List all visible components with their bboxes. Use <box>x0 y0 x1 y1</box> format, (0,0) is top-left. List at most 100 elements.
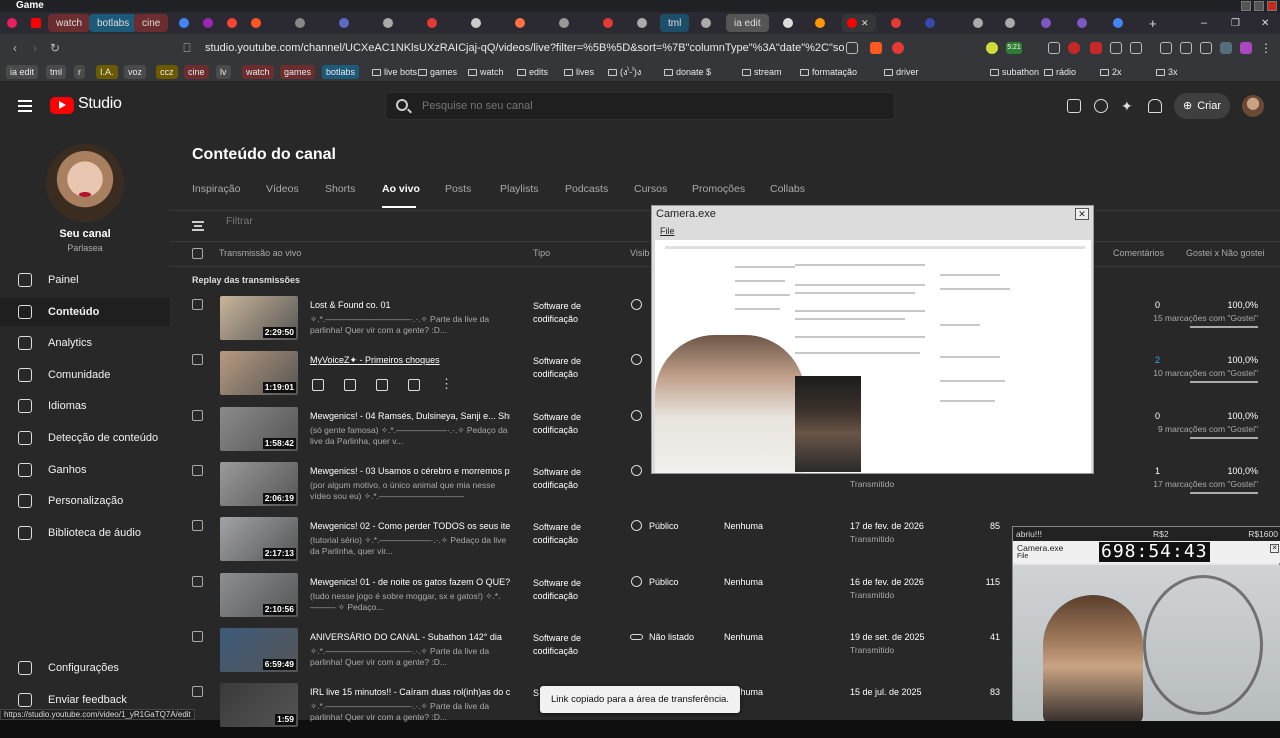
bookmark-item[interactable]: (ง'̀-'́)ง <box>608 65 641 79</box>
brave-icon[interactable] <box>870 42 882 54</box>
extension-icon[interactable] <box>1090 42 1102 54</box>
video-title[interactable]: Lost & Found co. 01 <box>310 300 510 310</box>
more-options-icon[interactable] <box>440 376 453 392</box>
video-thumbnail[interactable]: 1:58:42 <box>220 406 298 451</box>
url-field[interactable]: studio.youtube.com/channel/UCXeAC1NKlsUX… <box>205 39 845 57</box>
extension-icon[interactable] <box>1068 42 1080 54</box>
video-thumbnail[interactable]: 1:19:01 <box>220 351 298 396</box>
video-title[interactable]: IRL live 15 minutos!! - Caíram duas rol(… <box>310 687 510 697</box>
bookmark-icon[interactable]: ⎕ <box>180 41 194 55</box>
sidebar-toggle-icon[interactable] <box>1160 42 1172 54</box>
tab-favicon[interactable] <box>378 14 398 32</box>
tab-group-cine[interactable]: cine <box>134 14 169 32</box>
tab-6[interactable]: Podcasts <box>565 183 608 195</box>
bookmark-item[interactable]: 3x <box>1156 65 1178 79</box>
tab-group-botlabs[interactable]: botlabs <box>89 14 138 32</box>
webcam-overlay[interactable]: abriu!!! R$2 R$1600 Camera.exe File 698:… <box>1012 526 1280 721</box>
tab-0[interactable]: Inspiração <box>192 183 240 195</box>
close-window-button[interactable] <box>1267 1 1277 11</box>
bookmark-item[interactable]: cine <box>184 65 209 79</box>
minimize-icon[interactable]: – <box>1196 14 1212 32</box>
close-icon[interactable]: ✕ <box>1075 208 1089 220</box>
bookmark-item[interactable]: games <box>418 65 457 79</box>
bookmark-item[interactable]: 2x <box>1100 65 1122 79</box>
tab-favicon[interactable] <box>1072 14 1092 32</box>
row-checkbox[interactable] <box>192 686 203 698</box>
bookmark-item[interactable]: ia edit <box>6 65 39 79</box>
tab-favicon[interactable] <box>632 14 652 32</box>
tab-favicon[interactable] <box>198 14 218 32</box>
status-badge[interactable]: 5:21 <box>1006 42 1022 54</box>
tab-youtube[interactable] <box>26 14 46 32</box>
extension-icon[interactable] <box>986 42 998 54</box>
bookmark-item[interactable]: games <box>280 65 316 79</box>
row-checkbox[interactable] <box>192 299 203 310</box>
close-icon[interactable]: ✕ <box>1256 14 1274 32</box>
video-thumbnail[interactable]: 2:06:19 <box>220 461 298 506</box>
row-checkbox[interactable] <box>192 354 203 366</box>
tab-favicon[interactable] <box>290 14 310 32</box>
bookmark-item[interactable]: donate $ <box>664 65 711 79</box>
tab-favicon[interactable] <box>920 14 940 32</box>
extension-icon[interactable] <box>1200 42 1212 54</box>
tab-7[interactable]: Cursos <box>634 183 667 195</box>
video-title[interactable]: Mewgenics! 02 - Como perder TODOS os seu… <box>310 521 510 531</box>
bookmark-item[interactable]: lv <box>216 65 231 79</box>
visibility-label[interactable]: Não listado <box>649 632 694 642</box>
bookmark-item[interactable]: subathon <box>990 65 1039 79</box>
row-checkbox[interactable] <box>192 575 203 587</box>
tab-favicon[interactable] <box>466 14 486 32</box>
sidebar-item-detection[interactable]: Detecção de conteúdo <box>0 424 170 452</box>
menu-icon[interactable]: ⋮ <box>1260 42 1272 54</box>
bookmark-item[interactable]: rádio <box>1044 65 1076 79</box>
tab-3[interactable]: Ao vivo <box>382 183 420 195</box>
bookmark-item[interactable]: I.A. <box>96 65 118 79</box>
tab-favicon[interactable] <box>174 14 194 32</box>
bookmark-item[interactable]: botlabs <box>322 65 360 79</box>
column-header-likes[interactable]: Gostei x Não gostei <box>1186 248 1265 258</box>
forward-icon[interactable]: › <box>28 41 42 55</box>
tab-favicon[interactable] <box>968 14 988 32</box>
tab-favicon[interactable] <box>554 14 574 32</box>
filter-input[interactable]: Filtrar <box>226 215 253 227</box>
extension-icon[interactable] <box>1048 42 1060 54</box>
tab-2[interactable]: Shorts <box>325 183 355 195</box>
video-title[interactable]: Mewgenics! 01 - de noite os gatos fazem … <box>310 577 510 587</box>
row-checkbox[interactable] <box>192 520 203 532</box>
video-thumbnail[interactable]: 2:17:13 <box>220 517 298 562</box>
camera-window[interactable]: Camera.exe ✕ File <box>651 205 1094 474</box>
help-icon[interactable] <box>1094 99 1108 113</box>
minimize-button[interactable] <box>1241 1 1251 11</box>
back-icon[interactable]: ‹ <box>8 41 22 55</box>
tab-favicon[interactable] <box>422 14 442 32</box>
bookmark-item[interactable]: r <box>74 65 85 79</box>
bookmark-item[interactable]: watch <box>242 65 274 79</box>
extension-icon[interactable] <box>1130 42 1142 54</box>
comments-icon[interactable] <box>376 379 388 392</box>
video-thumbnail[interactable]: 2:29:50 <box>220 296 298 340</box>
account-avatar[interactable] <box>1242 95 1264 117</box>
tab-favicon[interactable] <box>810 14 830 32</box>
tab-favicon[interactable] <box>510 14 530 32</box>
tab-favicon[interactable] <box>246 14 266 32</box>
tab-group-watch[interactable]: watch <box>48 14 91 32</box>
row-checkbox[interactable] <box>192 630 203 642</box>
bookmark-item[interactable]: tml <box>46 65 66 79</box>
youtube-logo-icon[interactable] <box>50 97 74 114</box>
column-header-type[interactable]: Tipo <box>533 248 550 258</box>
video-title[interactable]: ANIVERSÁRIO DO CANAL - Subathon 142° dia <box>310 632 510 642</box>
tab-9[interactable]: Collabs <box>770 183 805 195</box>
tab-active[interactable]: ✕ <box>842 14 876 32</box>
tab-favicon[interactable] <box>696 14 716 32</box>
hamburger-menu-icon[interactable] <box>18 100 32 112</box>
sidebar-item-content[interactable]: Conteúdo <box>0 298 170 326</box>
tab-favicon[interactable] <box>1000 14 1020 32</box>
tab-8[interactable]: Promoções <box>692 183 745 195</box>
search-box[interactable] <box>385 92 895 120</box>
alert-icon[interactable] <box>892 42 904 54</box>
select-all-checkbox[interactable] <box>192 248 203 259</box>
channel-avatar[interactable] <box>46 144 124 222</box>
edit-icon[interactable] <box>312 379 324 392</box>
analytics-icon[interactable] <box>344 379 356 392</box>
video-comments[interactable]: 2 <box>1120 355 1160 365</box>
